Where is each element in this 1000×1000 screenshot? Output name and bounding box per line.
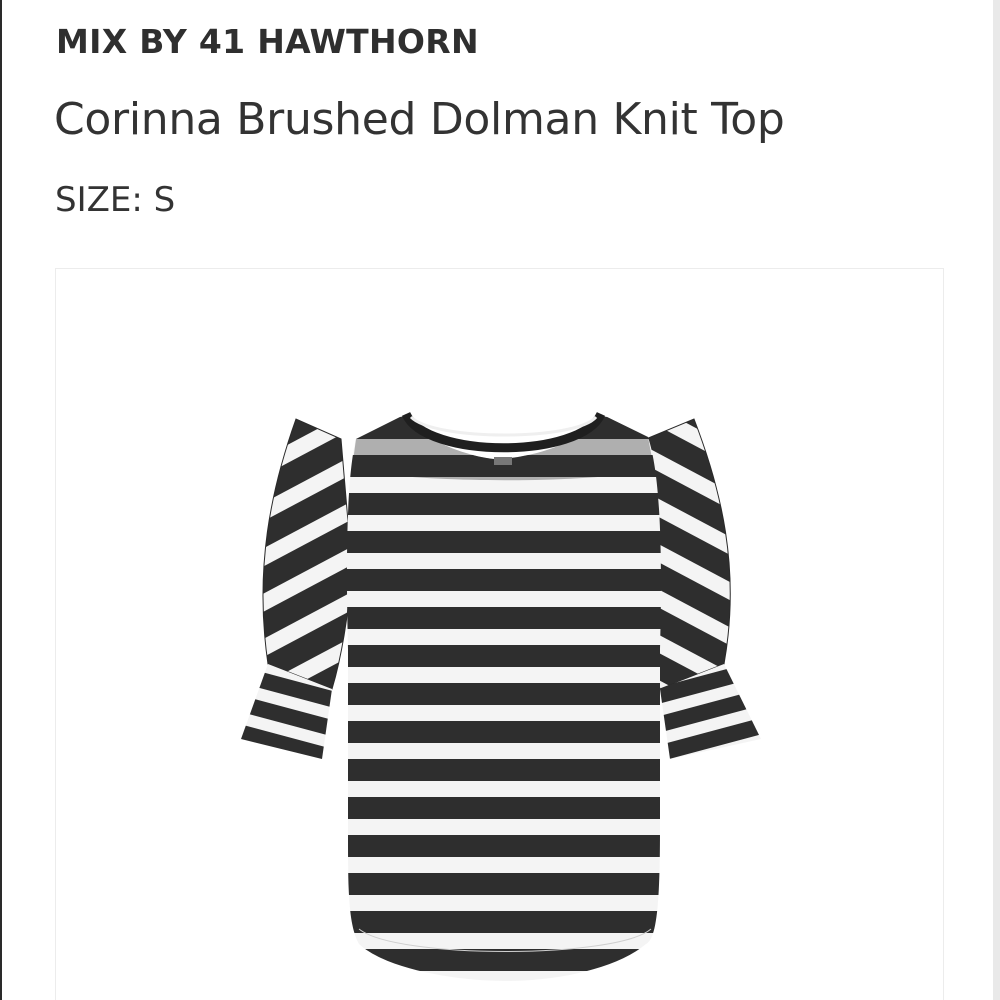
product-title: Corinna Brushed Dolman Knit Top: [54, 94, 785, 145]
striped-top-illustration: [241, 411, 761, 981]
product-card: MIX BY 41 HAWTHORN Corinna Brushed Dolma…: [0, 0, 1000, 1000]
label-tag: [494, 457, 512, 465]
product-image[interactable]: [55, 268, 944, 1000]
brand-name: MIX BY 41 HAWTHORN: [56, 22, 479, 61]
shirt-body: [346, 414, 661, 981]
left-sleeve: [262, 418, 353, 690]
size-label: SIZE: S: [55, 180, 176, 220]
scrollbar-track[interactable]: [993, 0, 1000, 1000]
left-divider: [0, 0, 2, 1000]
